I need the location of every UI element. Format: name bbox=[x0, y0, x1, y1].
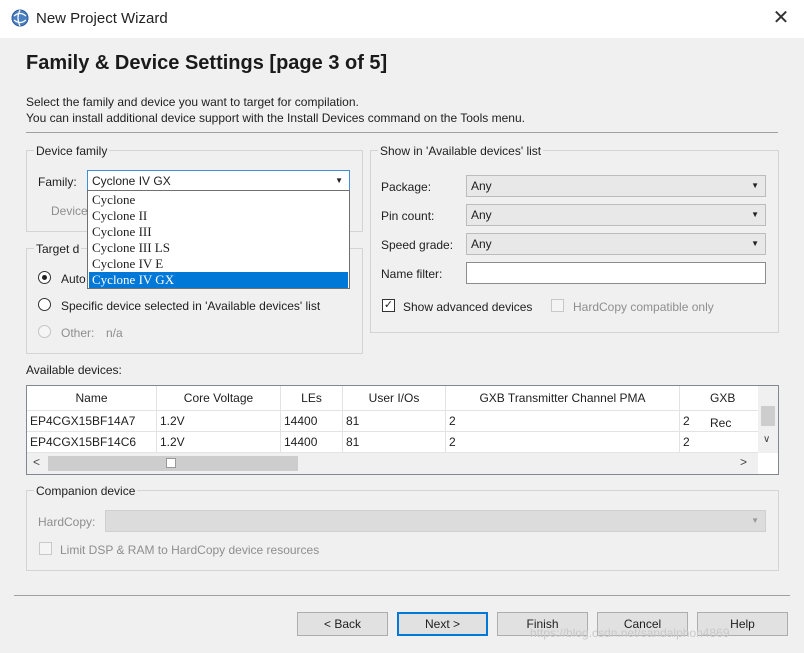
available-devices-label: Available devices: bbox=[26, 363, 122, 377]
column-header[interactable]: Name bbox=[27, 386, 157, 411]
dropdown-option[interactable]: Cyclone III bbox=[89, 224, 348, 240]
dropdown-option[interactable]: Cyclone II bbox=[89, 208, 348, 224]
header-divider bbox=[26, 132, 778, 133]
next-button[interactable]: Next > bbox=[397, 612, 488, 636]
show-advanced-label: Show advanced devices bbox=[403, 300, 533, 314]
watermark: https://blog.csdn.net/sandalphon4869 bbox=[530, 626, 730, 640]
family-combobox[interactable]: Cyclone IV GX ▼ bbox=[87, 170, 350, 192]
vertical-scrollbar[interactable]: ∨ bbox=[758, 386, 778, 453]
scroll-right-icon[interactable]: > bbox=[740, 455, 747, 469]
auto-label: Auto bbox=[61, 272, 86, 286]
scroll-left-icon[interactable]: < bbox=[33, 455, 40, 469]
package-label: Package: bbox=[381, 180, 432, 194]
table-cell[interactable]: 2 bbox=[680, 411, 758, 432]
other-label: Other: bbox=[61, 326, 95, 340]
table-cell[interactable]: 1.2V bbox=[157, 411, 281, 432]
limit-dsp-ram-checkbox[interactable] bbox=[39, 542, 52, 555]
dropdown-option[interactable]: Cyclone IV E bbox=[89, 256, 348, 272]
pin-count-label: Pin count: bbox=[381, 209, 435, 223]
back-button[interactable]: < Back bbox=[297, 612, 388, 636]
table-cell[interactable]: EP4CGX15BF14A7 bbox=[27, 411, 157, 432]
description-line-2: You can install additional device suppor… bbox=[26, 111, 525, 125]
available-devices-table[interactable]: Name Core Voltage LEs User I/Os GXB Tran… bbox=[26, 385, 779, 475]
family-label: Family: bbox=[38, 175, 77, 189]
table-cell[interactable]: 2 bbox=[446, 432, 680, 453]
chevron-down-icon: ▼ bbox=[335, 176, 343, 185]
other-value: n/a bbox=[106, 326, 123, 340]
dropdown-option-selected[interactable]: Cyclone IV GX bbox=[89, 272, 348, 288]
hardcopy-compatible-label: HardCopy compatible only bbox=[573, 300, 714, 314]
page-title: Family & Device Settings [page 3 of 5] bbox=[26, 52, 388, 74]
table-cell[interactable]: 1.2V bbox=[157, 432, 281, 453]
table-cell[interactable]: 2 bbox=[446, 411, 680, 432]
globe-icon bbox=[11, 9, 29, 27]
target-device-title: Target d bbox=[34, 242, 82, 256]
horizontal-scrollbar[interactable]: < > bbox=[27, 453, 758, 474]
package-combobox[interactable]: Any ▼ bbox=[466, 175, 766, 197]
column-header[interactable]: Core Voltage bbox=[157, 386, 281, 411]
scroll-grip-icon bbox=[166, 458, 176, 468]
table-cell[interactable]: 14400 bbox=[281, 432, 343, 453]
specific-device-label: Specific device selected in 'Available d… bbox=[61, 299, 321, 313]
chevron-down-icon: ▼ bbox=[751, 239, 759, 248]
hardcopy-compatible-checkbox[interactable] bbox=[551, 299, 564, 312]
auto-radio[interactable] bbox=[38, 271, 51, 284]
name-filter-label: Name filter: bbox=[381, 267, 443, 281]
column-header[interactable]: GXB Rec bbox=[680, 386, 758, 430]
device-family-title: Device family bbox=[34, 144, 110, 158]
family-dropdown-list: Cyclone Cyclone II Cyclone III Cyclone I… bbox=[87, 190, 350, 289]
device-label: Device bbox=[51, 204, 88, 218]
speed-grade-value: Any bbox=[471, 237, 492, 251]
scroll-down-icon[interactable]: ∨ bbox=[763, 434, 770, 445]
table-cell[interactable]: 81 bbox=[343, 411, 446, 432]
horizontal-scroll-thumb[interactable] bbox=[48, 456, 298, 471]
hardcopy-combobox[interactable]: ▼ bbox=[105, 510, 766, 532]
companion-device-title: Companion device bbox=[34, 484, 138, 498]
column-header[interactable]: LEs bbox=[281, 386, 343, 411]
limit-dsp-ram-label: Limit DSP & RAM to HardCopy device resou… bbox=[60, 543, 320, 557]
family-value: Cyclone IV GX bbox=[92, 174, 171, 188]
show-advanced-checkbox[interactable]: ✓ bbox=[382, 299, 395, 312]
vertical-scroll-thumb[interactable] bbox=[761, 406, 775, 426]
table-cell[interactable]: 14400 bbox=[281, 411, 343, 432]
package-value: Any bbox=[471, 179, 492, 193]
column-header[interactable]: GXB Transmitter Channel PMA bbox=[446, 386, 680, 411]
other-radio[interactable] bbox=[38, 325, 51, 338]
footer-divider bbox=[14, 595, 790, 596]
speed-grade-label: Speed grade: bbox=[381, 238, 454, 252]
speed-grade-combobox[interactable]: Any ▼ bbox=[466, 233, 766, 255]
window-title: New Project Wizard bbox=[36, 10, 168, 27]
table-cell[interactable]: 2 bbox=[680, 432, 758, 453]
pin-count-combobox[interactable]: Any ▼ bbox=[466, 204, 766, 226]
chevron-down-icon: ▼ bbox=[751, 210, 759, 219]
hardcopy-label: HardCopy: bbox=[38, 515, 96, 529]
dropdown-option[interactable]: Cyclone III LS bbox=[89, 240, 348, 256]
close-icon[interactable]: ✕ bbox=[770, 7, 792, 29]
chevron-down-icon: ▼ bbox=[751, 181, 759, 190]
table-cell[interactable]: EP4CGX15BF14C6 bbox=[27, 432, 157, 453]
dropdown-option[interactable]: Cyclone bbox=[89, 192, 348, 208]
table-cell[interactable]: 81 bbox=[343, 432, 446, 453]
show-in-list-title: Show in 'Available devices' list bbox=[378, 144, 544, 158]
column-header[interactable]: User I/Os bbox=[343, 386, 446, 411]
description-line-1: Select the family and device you want to… bbox=[26, 95, 359, 109]
name-filter-input[interactable] bbox=[466, 262, 766, 284]
chevron-down-icon: ▼ bbox=[751, 516, 759, 525]
pin-count-value: Any bbox=[471, 208, 492, 222]
specific-device-radio[interactable] bbox=[38, 298, 51, 311]
